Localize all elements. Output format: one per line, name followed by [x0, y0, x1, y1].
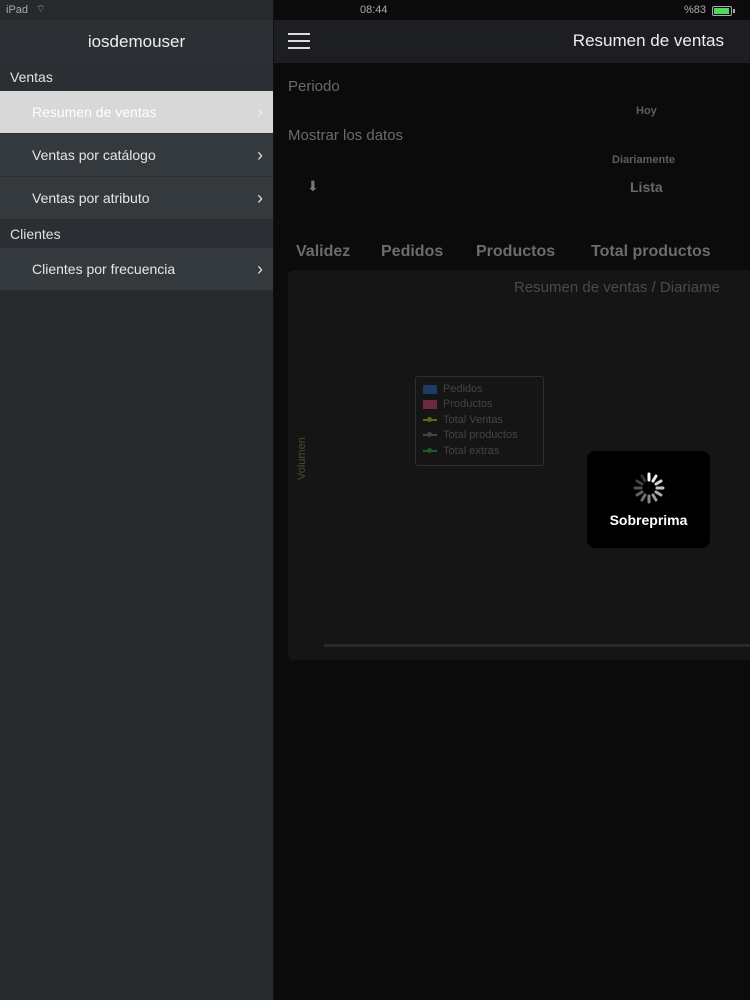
menu-icon[interactable]	[288, 33, 310, 49]
tab-total-productos[interactable]: Total productos	[591, 243, 711, 261]
sidebar-item-label: Clientes por frecuencia	[32, 261, 176, 277]
period-label: Periodo	[288, 78, 340, 95]
section-title-clientes: Clientes	[0, 220, 273, 248]
sidebar-item-clientes-por-frecuencia[interactable]: Clientes por frecuencia ›	[0, 248, 273, 291]
sidebar-item-label: Ventas por atributo	[32, 190, 150, 206]
clock: 08:44	[360, 4, 388, 16]
legend-item-productos: Productos	[423, 398, 493, 412]
nav-bar: Resumen de ventas	[274, 20, 750, 63]
chevron-right-icon: ›	[257, 102, 263, 122]
carrier-label: iPad	[6, 4, 29, 16]
legend-item-total-extras: Total extras	[423, 445, 499, 459]
sidebar-item-resumen-de-ventas[interactable]: Resumen de ventas ›	[0, 91, 273, 134]
tab-productos[interactable]: Productos	[476, 243, 555, 261]
spinner-icon	[633, 472, 665, 504]
status-bar: iPad ⌔ 08:44 %83	[0, 0, 750, 20]
tab-validez[interactable]: Validez	[296, 243, 350, 261]
section-title-ventas: Ventas	[0, 63, 273, 91]
loading-hud: Sobreprima	[587, 451, 710, 548]
user-name: iosdemouser	[87, 32, 186, 51]
battery-icon	[712, 6, 735, 16]
chevron-right-icon: ›	[257, 145, 263, 165]
legend-item-total-ventas: Total Ventas	[423, 414, 503, 428]
view-mode-value[interactable]: Lista	[630, 179, 663, 195]
x-axis-line	[324, 644, 750, 647]
sidebar: iosdemouser Ventas Resumen de ventas › V…	[0, 0, 274, 1000]
sidebar-item-ventas-por-catalogo[interactable]: Ventas por catálogo ›	[0, 134, 273, 177]
chevron-right-icon: ›	[257, 259, 263, 279]
sidebar-header: iosdemouser	[0, 20, 273, 64]
legend-swatch	[423, 399, 437, 409]
sidebar-menu: Ventas Resumen de ventas › Ventas por ca…	[0, 63, 273, 291]
sidebar-item-label: Ventas por catálogo	[32, 147, 156, 163]
show-data-value[interactable]: Diariamente	[612, 154, 675, 166]
legend-item-pedidos: Pedidos	[423, 383, 483, 397]
wifi-icon: ⌔	[36, 4, 46, 15]
period-value[interactable]: Hoy	[636, 105, 657, 117]
tab-pedidos[interactable]: Pedidos	[381, 243, 443, 261]
legend-line	[423, 448, 437, 454]
sidebar-item-label: Resumen de ventas	[32, 104, 157, 120]
chevron-right-icon: ›	[257, 188, 263, 208]
loading-text: Sobreprima	[609, 512, 688, 528]
page-title: Resumen de ventas	[572, 31, 724, 50]
show-data-label: Mostrar los datos	[288, 127, 404, 144]
legend-swatch	[423, 384, 437, 394]
main-content: Resumen de ventas Periodo Hoy Mostrar lo…	[274, 0, 750, 1000]
legend-line	[423, 432, 437, 438]
battery-percent: %83	[684, 4, 707, 16]
legend-line	[423, 417, 437, 423]
arrow-down-icon[interactable]: ⬇	[307, 178, 319, 195]
sidebar-item-ventas-por-atributo[interactable]: Ventas por atributo ›	[0, 177, 273, 220]
y-axis-label: Volumen	[296, 437, 308, 480]
chart-title: Resumen de ventas / Diariame	[514, 279, 720, 296]
chart-legend: Pedidos Productos Total Ventas Total pro…	[415, 376, 544, 466]
legend-item-total-productos: Total productos	[423, 429, 518, 443]
